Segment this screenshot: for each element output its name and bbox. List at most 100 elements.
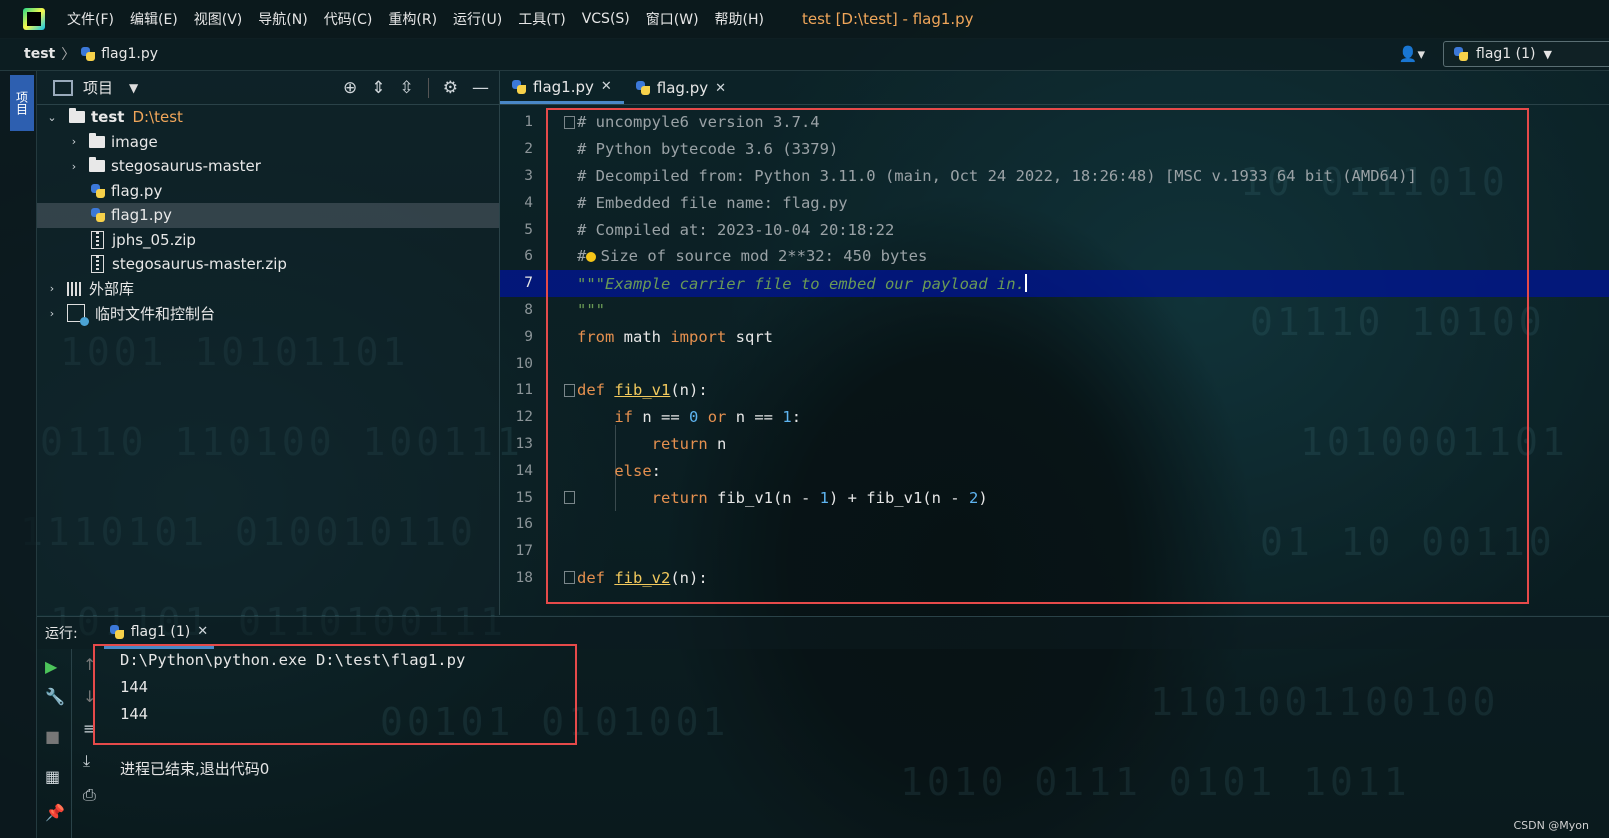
chevron-right-icon[interactable]: ›	[67, 135, 81, 148]
breadcrumb-file[interactable]: flag1.py	[101, 46, 158, 62]
line-number: 7	[524, 275, 533, 292]
fold-marker-icon[interactable]	[564, 383, 575, 397]
pycharm-logo-icon	[23, 8, 45, 30]
line-number: 9	[524, 328, 533, 345]
tree-item-label: stegosaurus-master	[111, 157, 261, 176]
project-panel-title[interactable]: 项目	[83, 77, 113, 98]
code-line[interactable]: 17	[500, 538, 1609, 565]
menu-refactor[interactable]: 重构(R)	[380, 9, 445, 29]
code-line[interactable]: 1 # uncompyle6 version 3.7.4	[500, 109, 1609, 136]
navigation-bar: test 〉 flag1.py 👤▾ flag1 (1) ▼	[0, 38, 1609, 71]
code-line[interactable]: 13 return n	[500, 431, 1609, 458]
menu-file[interactable]: 文件(F)	[59, 9, 122, 29]
arrow-up-icon[interactable]: ↑	[83, 655, 96, 674]
tree-item-scratches[interactable]: › 临时文件和控制台	[37, 301, 499, 327]
menu-view[interactable]: 视图(V)	[186, 9, 251, 29]
code-line[interactable]: 6 # Size of source mod 2**32: 450 bytes	[500, 243, 1609, 270]
tab-flag1-py[interactable]: flag1.py ✕	[500, 72, 624, 104]
console-line: 进程已结束,退出代码0	[120, 760, 270, 778]
menu-vcs[interactable]: VCS(S)	[574, 11, 638, 27]
tree-item-label: test	[91, 108, 125, 127]
code-line[interactable]: 7 """Example carrier file to embed our pa…	[500, 269, 1609, 297]
console-line: 144	[120, 678, 148, 696]
fold-marker-icon[interactable]	[564, 115, 575, 129]
line-number: 15	[515, 489, 533, 506]
chevron-right-icon[interactable]: ›	[45, 282, 59, 295]
code-line[interactable]: 2 # Python bytecode 3.6 (3379)	[500, 136, 1609, 163]
menu-code[interactable]: 代码(C)	[316, 9, 381, 29]
rerun-icon[interactable]: ▶	[45, 657, 57, 676]
line-number: 3	[524, 167, 533, 184]
tree-item-stegosaurus-zip[interactable]: stegosaurus-master.zip	[37, 252, 499, 277]
stop-icon[interactable]: ■	[45, 727, 60, 746]
folder-icon	[69, 108, 85, 124]
chevron-right-icon[interactable]: ›	[67, 160, 81, 173]
user-icon[interactable]: 👤▾	[1399, 45, 1425, 63]
code-line[interactable]: 11 def fib_v1(n):	[500, 377, 1609, 404]
chevron-down-icon[interactable]: ⌄	[45, 111, 59, 124]
tree-item-label: image	[111, 132, 158, 151]
menu-run[interactable]: 运行(U)	[445, 9, 510, 29]
code-line[interactable]: 4 # Embedded file name: flag.py	[500, 189, 1609, 216]
line-number: 14	[515, 462, 533, 479]
close-icon[interactable]: ✕	[715, 81, 726, 96]
locate-icon[interactable]: ⊕	[343, 78, 357, 98]
code-area[interactable]: 1 # uncompyle6 version 3.7.4 2 # Python byt…	[500, 105, 1609, 616]
tree-item-label: jphs_05.zip	[112, 230, 196, 249]
code-line[interactable]: 15 return fib_v1(n - 1) + fib_v1(n - 2)	[500, 484, 1609, 511]
tree-item-image[interactable]: › image	[37, 130, 499, 155]
wrench-icon[interactable]: 🔧	[45, 687, 65, 706]
chevron-right-icon[interactable]: ›	[45, 307, 59, 320]
close-icon[interactable]: ✕	[601, 79, 612, 94]
tab-flag-py[interactable]: flag.py ✕	[624, 72, 738, 104]
hide-icon[interactable]: —	[472, 78, 489, 98]
tree-item-flag1-py[interactable]: flag1.py	[37, 203, 499, 228]
arrow-down-icon[interactable]: ↓	[83, 687, 96, 706]
pin-icon[interactable]: 📌	[45, 803, 65, 822]
tree-item-stegosaurus-master[interactable]: › stegosaurus-master	[37, 154, 499, 179]
fold-marker-icon[interactable]	[564, 571, 575, 585]
tree-item-flag-py[interactable]: flag.py	[37, 179, 499, 204]
code-line[interactable]: 3 # Decompiled from: Python 3.11.0 (main,…	[500, 163, 1609, 190]
menu-navigate[interactable]: 导航(N)	[250, 9, 315, 29]
line-number: 2	[524, 141, 533, 158]
tree-item-external-libraries[interactable]: › 外部库	[37, 277, 499, 302]
code-line[interactable]: 5 # Compiled at: 2023-10-04 20:18:22	[500, 216, 1609, 243]
breadcrumb-root[interactable]: test	[24, 46, 55, 62]
code-line[interactable]: 18 def fib_v2(n):	[500, 565, 1609, 592]
tree-item-test[interactable]: ⌄ test D:\test	[37, 105, 499, 130]
chevron-down-icon[interactable]: ▼	[129, 81, 138, 95]
fold-marker-icon[interactable]	[564, 491, 575, 505]
project-tool-tab[interactable]: 项目	[10, 75, 34, 131]
code-line[interactable]: 14 else:	[500, 457, 1609, 484]
layout-icon[interactable]: ▦	[45, 767, 60, 786]
menu-edit[interactable]: 编辑(E)	[122, 9, 186, 29]
menu-tools[interactable]: 工具(T)	[510, 9, 573, 29]
soft-wrap-icon[interactable]: ≡	[83, 719, 96, 738]
code-line[interactable]: 9 from math import sqrt	[500, 323, 1609, 350]
run-panel-label: 运行:	[45, 626, 78, 642]
run-tab-flag1[interactable]: flag1 (1) ✕	[103, 617, 215, 649]
gear-icon[interactable]: ⚙	[443, 78, 458, 98]
chevron-down-icon: ▼	[1543, 47, 1552, 61]
menu-help[interactable]: 帮助(H)	[707, 9, 772, 29]
scroll-to-end-icon[interactable]: ⤓	[83, 751, 90, 771]
tree-item-label: stegosaurus-master.zip	[112, 255, 287, 274]
python-file-icon	[635, 81, 650, 95]
print-icon[interactable]: ⎙	[83, 785, 96, 805]
run-console: ▶ 🔧 ■ ▦ 📌 ↑ ↓ ≡ ⤓ ⎙ D:\Python\python.exe…	[37, 649, 1609, 838]
expand-all-icon[interactable]: ⇕	[371, 78, 385, 98]
code-line[interactable]: 16	[500, 511, 1609, 538]
code-line[interactable]: 8 """	[500, 297, 1609, 324]
close-icon[interactable]: ✕	[197, 624, 208, 639]
tree-item-jphs-zip[interactable]: jphs_05.zip	[37, 228, 499, 253]
code-line[interactable]: 12 if n == 0 or n == 1:	[500, 404, 1609, 431]
text-caret	[1024, 273, 1027, 292]
menu-window[interactable]: 窗口(W)	[638, 9, 707, 29]
line-number: 12	[515, 409, 533, 426]
line-number: 8	[524, 301, 533, 318]
code-line[interactable]: 10	[500, 350, 1609, 377]
code-text: return fib_v1(n - 1) + fib_v1(n - 2)	[651, 488, 988, 507]
run-configuration-selector[interactable]: flag1 (1) ▼	[1443, 41, 1609, 67]
collapse-all-icon[interactable]: ⇳	[400, 78, 414, 98]
